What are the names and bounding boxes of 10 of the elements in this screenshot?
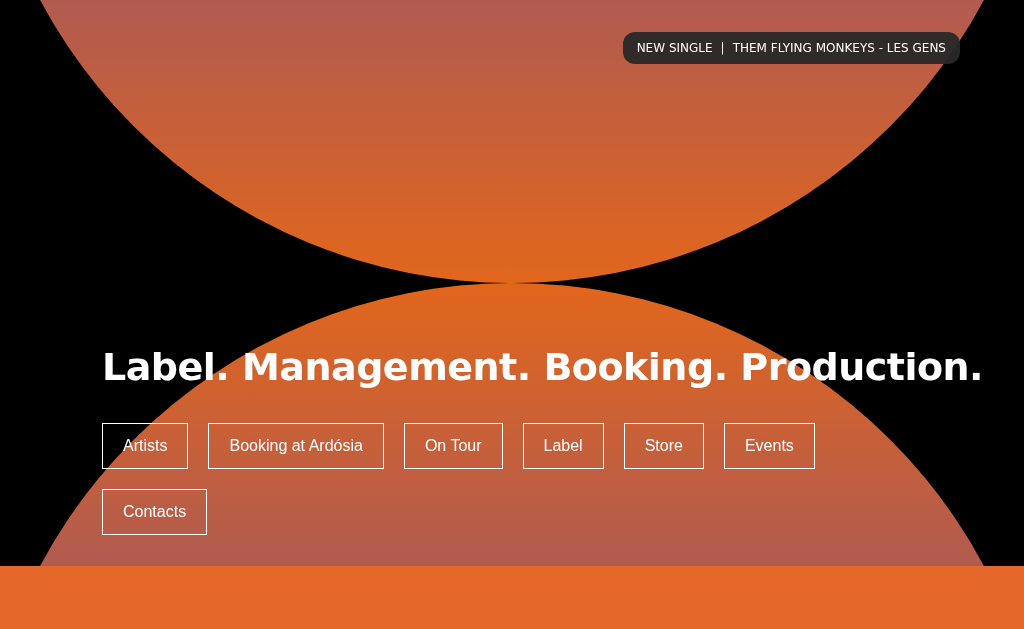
ticker-separator: | [720, 41, 725, 55]
nav-button[interactable]: Contacts [102, 489, 208, 535]
ticker-text: THEM FLYING MONKEYS - LES GENS [732, 41, 946, 55]
ticker-label: NEW SINGLE [636, 41, 713, 55]
nav-button[interactable]: Booking at Ardósia [208, 423, 384, 469]
nav-button[interactable]: Events [723, 423, 815, 469]
news-ticker[interactable]: NEW SINGLE | THEM FLYING MONKEYS - LES GENS [622, 32, 960, 64]
nav-button[interactable]: Label [522, 423, 604, 469]
nav-button[interactable]: On Tour [403, 423, 503, 469]
nav-button[interactable]: Store [623, 423, 704, 469]
